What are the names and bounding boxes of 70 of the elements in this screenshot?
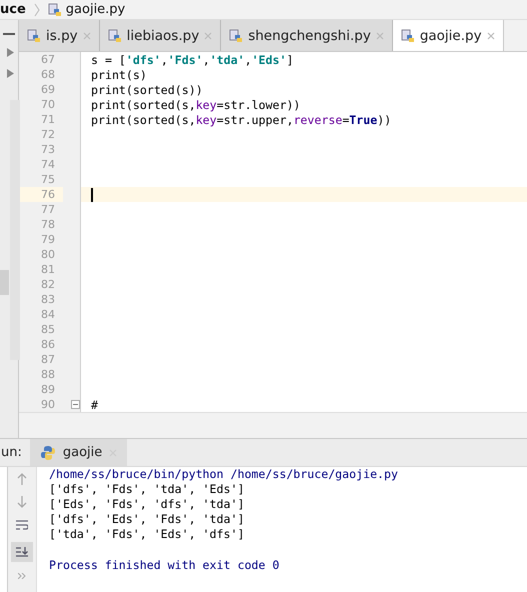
code-line: print(sorted(s,key=str.upper,reverse=True)) [91, 112, 392, 126]
console-line: Process finished with exit code 0 [49, 558, 280, 573]
line-number: 88 [40, 367, 56, 382]
arrow-down-icon[interactable] [17, 496, 27, 508]
python-file-icon [48, 2, 62, 16]
console-line: /home/ss/bruce/bin/python /home/ss/bruce/gaojie.py [49, 467, 398, 482]
code-line: # [91, 398, 98, 412]
line-number: 86 [40, 337, 56, 352]
more-icon[interactable] [18, 573, 26, 579]
line-number: 83 [40, 292, 56, 307]
chevron-icon [34, 2, 40, 16]
close-icon[interactable] [486, 32, 495, 40]
run-tab[interactable]: gaojie [30, 439, 128, 466]
line-number: 76 [19, 187, 63, 202]
python-logo-icon [40, 444, 56, 460]
line-number: 84 [40, 307, 56, 322]
file-tab[interactable]: liebiaos.py [100, 20, 222, 51]
arrow-up-icon[interactable] [17, 473, 27, 485]
text-cursor [91, 188, 93, 202]
close-icon[interactable] [204, 32, 212, 40]
line-number: 70 [40, 97, 56, 112]
line-number: 90 [40, 397, 56, 412]
code-line: print(s) [91, 68, 147, 82]
close-icon[interactable] [82, 32, 91, 40]
console-line: ['dfs', 'Fds', 'tda', 'Eds'] [49, 482, 246, 497]
line-number: 81 [40, 262, 56, 277]
line-number: 77 [40, 202, 56, 217]
line-number: 67 [40, 52, 56, 67]
fold-icon[interactable] [71, 400, 80, 409]
triangle-right-icon[interactable] [6, 69, 14, 78]
python-file-icon [229, 28, 244, 42]
line-number: 75 [40, 172, 56, 187]
line-number: 68 [40, 67, 56, 82]
tab-label[interactable]: is.py [46, 28, 78, 44]
console-line: ['dfs', 'Eds', 'Fds', 'tda'] [49, 512, 246, 527]
breadcrumb-item[interactable]: uce [0, 2, 26, 17]
breadcrumb-item[interactable]: gaojie.py [66, 2, 126, 17]
console-line: ['tda', 'Fds', 'Eds', 'dfs'] [49, 527, 246, 542]
file-tab[interactable]: is.py [19, 20, 100, 51]
scroll-to-end-button[interactable] [11, 542, 33, 562]
tab-label[interactable]: liebiaos.py [126, 28, 200, 44]
scroll-to-end-icon [15, 545, 29, 559]
line-number: 89 [40, 382, 56, 397]
line-number: 69 [40, 82, 56, 97]
code-line: print(sorted(s,key=str.lower)) [91, 98, 300, 112]
console-line: ['Eds', 'Fds', 'dfs', 'tda'] [49, 497, 246, 512]
line-number: 85 [40, 322, 56, 337]
line-number: 74 [40, 157, 56, 172]
file-tab[interactable]: shengchengshi.py [221, 20, 393, 51]
line-number: 79 [40, 232, 56, 247]
soft-wrap-icon[interactable] [16, 519, 28, 531]
tab-label[interactable]: gaojie.py [420, 28, 482, 44]
line-number: 78 [40, 217, 56, 232]
python-file-icon [27, 28, 41, 42]
close-icon[interactable] [376, 32, 384, 40]
line-number: 80 [40, 247, 56, 262]
line-number: 71 [40, 112, 56, 127]
code-line: print(sorted(s)) [91, 82, 203, 96]
line-number: 87 [40, 352, 56, 367]
line-number: 73 [40, 142, 56, 157]
minus-icon[interactable] [3, 33, 15, 36]
line-number: 82 [40, 277, 56, 292]
tab-label[interactable]: shengchengshi.py [248, 28, 371, 44]
code-line: s = ['dfs','Fds','tda','Eds'] [91, 52, 294, 66]
line-number: 72 [40, 127, 56, 142]
python-file-icon [400, 28, 415, 42]
run-label: un: [1, 445, 22, 460]
triangle-right-icon[interactable] [6, 48, 14, 57]
python-file-icon [108, 28, 122, 42]
file-tab[interactable]: gaojie.py [392, 20, 504, 51]
